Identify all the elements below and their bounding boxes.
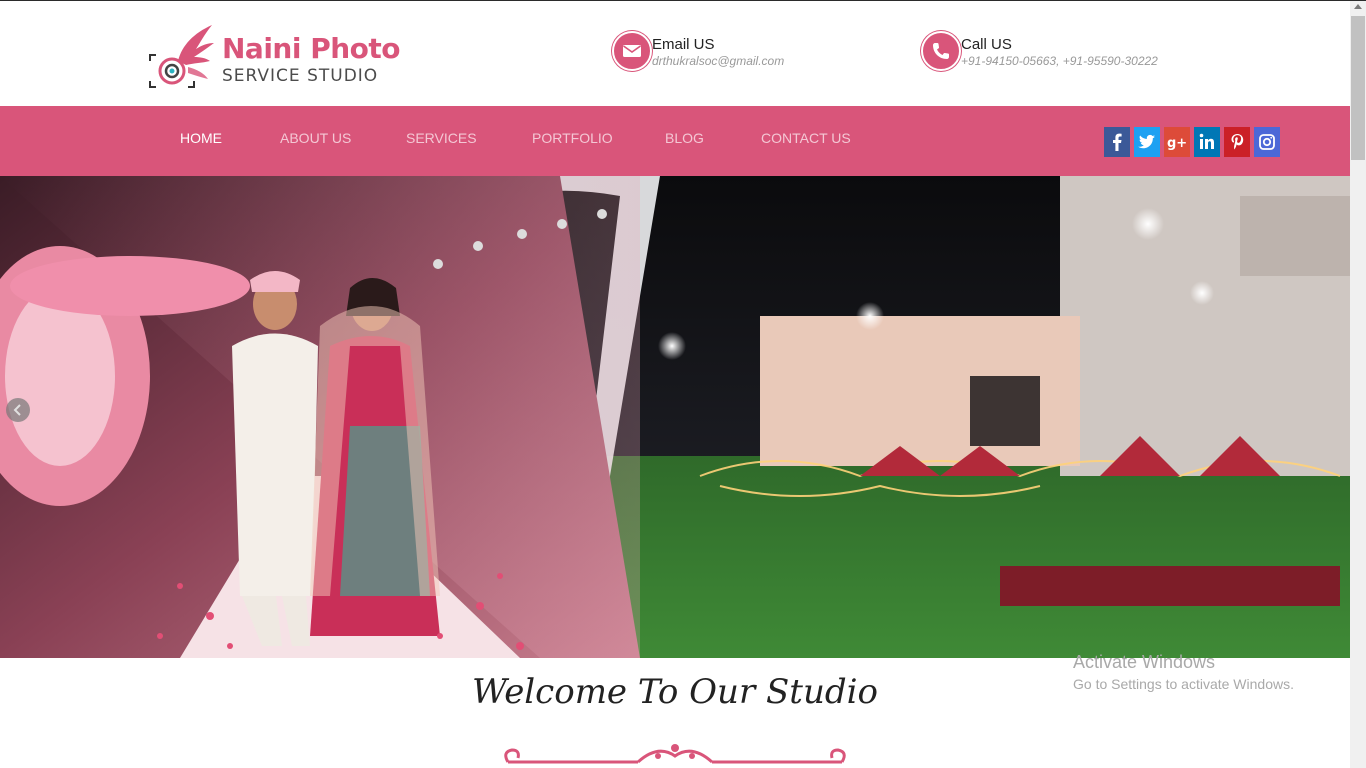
- scrollbar-thumb[interactable]: [1351, 16, 1365, 160]
- email-contact[interactable]: Email US drthukralsoc@gmail.com: [612, 31, 842, 73]
- hero-banner-image: [0, 176, 1350, 658]
- phone-value[interactable]: +91-94150-05663, +91-95590-30222: [961, 54, 1158, 68]
- nav-item-contact-us[interactable]: CONTACT US: [761, 130, 851, 146]
- pinterest-icon[interactable]: [1224, 127, 1250, 157]
- facebook-icon[interactable]: [1104, 127, 1130, 157]
- camera-wing-logo-icon: [149, 25, 214, 88]
- decorative-divider-ornament-icon: [504, 744, 846, 764]
- nav-item-blog[interactable]: BLOG: [665, 130, 704, 146]
- brand-title: Naini Photo: [222, 32, 401, 65]
- windows-activation-watermark: Activate Windows Go to Settings to activ…: [1073, 652, 1294, 692]
- slider-prev-button[interactable]: [6, 398, 30, 422]
- nav-item-services[interactable]: SERVICES: [406, 130, 477, 146]
- svg-text:g+: g+: [1167, 136, 1187, 151]
- nav-item-home[interactable]: HOME: [180, 130, 222, 146]
- phone-label: Call US: [961, 36, 1012, 53]
- nav-item-about-us[interactable]: ABOUT US: [280, 130, 351, 146]
- nav-item-portfolio[interactable]: PORTFOLIO: [532, 130, 613, 146]
- wedding-venue-banner: [0, 176, 1350, 658]
- phone-contact[interactable]: Call US +91-94150-05663, +91-95590-30222: [921, 31, 1191, 73]
- google-plus-icon[interactable]: g+: [1164, 127, 1190, 157]
- main-navigation: HOME ABOUT US SERVICES PORTFOLIO BLOG CO…: [0, 106, 1350, 176]
- instagram-icon[interactable]: [1254, 127, 1280, 157]
- chevron-left-icon: [13, 404, 21, 416]
- envelope-icon: [612, 31, 652, 71]
- scroll-up-arrow-icon[interactable]: [1354, 4, 1362, 9]
- email-value[interactable]: drthukralsoc@gmail.com: [652, 54, 784, 68]
- phone-icon: [921, 31, 961, 71]
- watermark-subtitle: Go to Settings to activate Windows.: [1073, 676, 1294, 692]
- email-label: Email US: [652, 36, 715, 53]
- brand-subtitle: SERVICE STUDIO: [222, 66, 379, 86]
- site-logo[interactable]: Naini Photo SERVICE STUDIO: [148, 23, 401, 93]
- twitter-icon[interactable]: [1134, 127, 1160, 157]
- linkedin-icon[interactable]: [1194, 127, 1220, 157]
- watermark-title: Activate Windows: [1073, 652, 1216, 672]
- site-header: Naini Photo SERVICE STUDIO Email US drth…: [0, 1, 1350, 106]
